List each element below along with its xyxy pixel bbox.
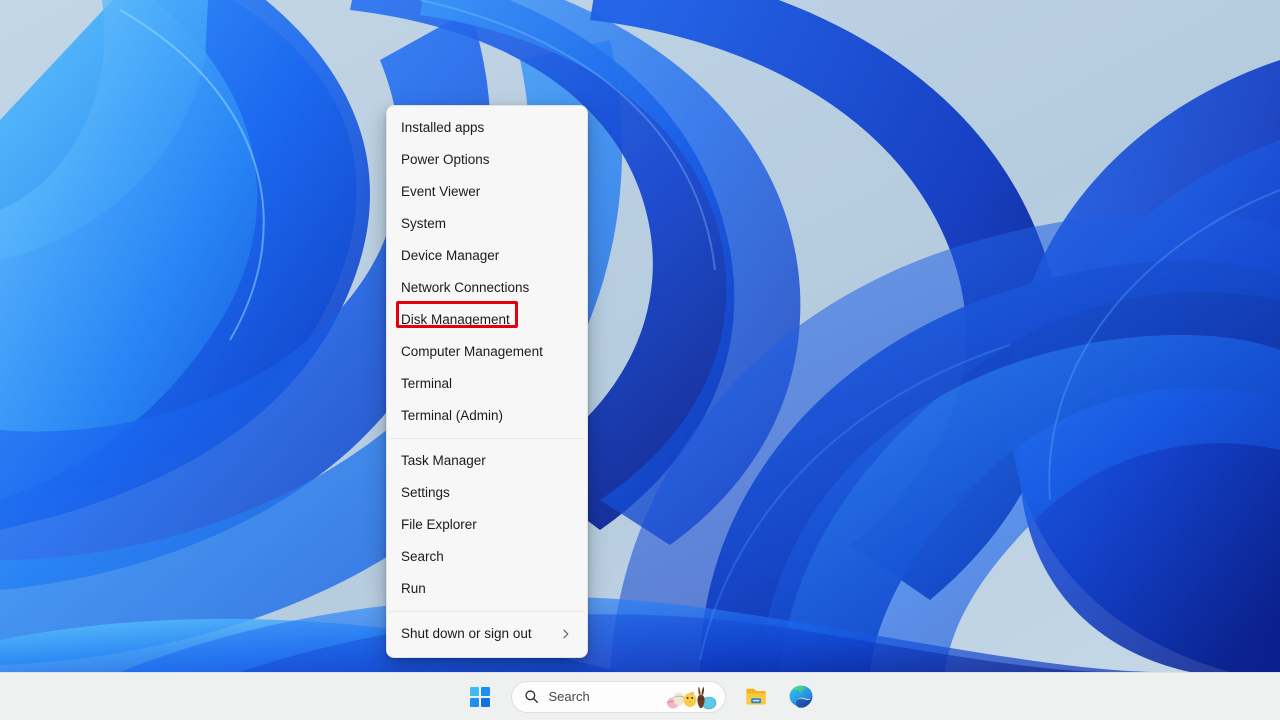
desktop-wallpaper[interactable] [0, 0, 1280, 672]
menu-item-label: Terminal [401, 376, 453, 391]
folder-icon [744, 684, 770, 710]
edge-icon [788, 684, 814, 710]
search-icon [524, 689, 539, 704]
menu-item-label: System [401, 216, 447, 231]
menu-item-file-explorer[interactable]: File Explorer [387, 509, 587, 541]
menu-item-label: Power Options [401, 152, 490, 167]
menu-item-task-manager[interactable]: Task Manager [387, 445, 587, 477]
menu-item-installed-apps[interactable]: Installed apps [387, 112, 587, 144]
menu-item-terminal-admin[interactable]: Terminal (Admin) [387, 400, 587, 432]
windows-logo-icon [469, 686, 490, 707]
menu-item-label: Search [401, 549, 444, 564]
menu-item-label: Desktop [401, 650, 451, 657]
menu-separator [390, 611, 584, 612]
menu-item-disk-management[interactable]: Disk Management [387, 304, 587, 336]
search-placeholder-text: Search [548, 689, 590, 704]
menu-item-run[interactable]: Run [387, 573, 587, 605]
menu-group-utilities: Task Manager Settings File Explorer Sear… [387, 445, 587, 605]
menu-item-label: Network Connections [401, 280, 530, 295]
taskbar[interactable]: Search [0, 672, 1280, 720]
menu-item-label: Disk Management [401, 312, 510, 327]
microsoft-edge-button[interactable] [779, 677, 823, 717]
chevron-right-icon [561, 629, 571, 639]
menu-item-network-connections[interactable]: Network Connections [387, 272, 587, 304]
menu-separator [390, 438, 584, 439]
menu-item-label: Terminal (Admin) [401, 408, 504, 423]
menu-item-computer-management[interactable]: Computer Management [387, 336, 587, 368]
menu-item-label: Computer Management [401, 344, 543, 359]
search-input[interactable]: Search [510, 680, 726, 713]
menu-item-label: Settings [401, 485, 450, 500]
menu-item-settings[interactable]: Settings [387, 477, 587, 509]
menu-item-device-manager[interactable]: Device Manager [387, 240, 587, 272]
win-x-power-user-menu[interactable]: Installed apps Power Options Event Viewe… [386, 105, 588, 658]
menu-item-shut-down-or-sign-out[interactable]: Shut down or sign out [387, 618, 587, 650]
start-button[interactable] [458, 677, 502, 717]
menu-item-label: Task Manager [401, 453, 486, 468]
menu-item-label: Installed apps [401, 120, 485, 135]
menu-item-label: Run [401, 581, 426, 596]
menu-item-label: Shut down or sign out [401, 626, 532, 641]
menu-group-system-tools: Installed apps Power Options Event Viewe… [387, 112, 587, 432]
menu-group-session: Shut down or sign out Desktop [387, 618, 587, 657]
menu-item-label: File Explorer [401, 517, 477, 532]
menu-item-label: Device Manager [401, 248, 500, 263]
menu-item-terminal[interactable]: Terminal [387, 368, 587, 400]
file-explorer-button[interactable] [735, 677, 779, 717]
easter-illustration-icon [665, 684, 717, 710]
menu-item-label: Event Viewer [401, 184, 481, 199]
menu-item-system[interactable]: System [387, 208, 587, 240]
menu-item-event-viewer[interactable]: Event Viewer [387, 176, 587, 208]
desktop-screen: Installed apps Power Options Event Viewe… [0, 0, 1280, 720]
taskbar-center-group: Search [458, 677, 823, 717]
menu-item-power-options[interactable]: Power Options [387, 144, 587, 176]
menu-item-desktop[interactable]: Desktop [387, 650, 587, 657]
menu-item-search[interactable]: Search [387, 541, 587, 573]
